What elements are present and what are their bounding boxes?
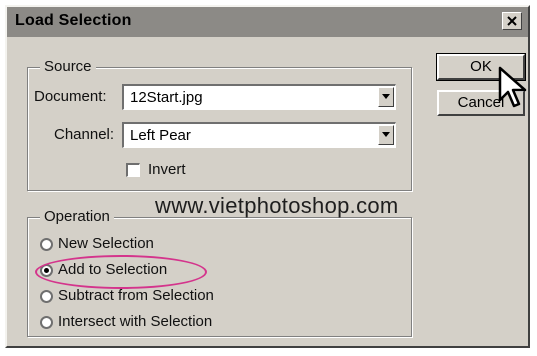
document-label: Document: <box>34 88 107 105</box>
operation-group-label: Operation <box>40 208 114 225</box>
channel-label: Channel: <box>54 126 115 143</box>
source-group: Source Document: 12Start.jpg Channel: Le… <box>27 58 412 191</box>
close-button[interactable] <box>502 12 522 30</box>
chevron-down-icon <box>382 132 390 137</box>
channel-value: Left Pear <box>130 127 191 144</box>
intersect-with-selection-label[interactable]: Intersect with Selection <box>58 313 212 330</box>
mouse-cursor-icon <box>498 66 527 108</box>
title-bar[interactable]: Load Selection <box>7 7 528 37</box>
load-selection-dialog: Load Selection Source Document: 12Start.… <box>5 5 530 348</box>
document-select[interactable]: 12Start.jpg <box>122 84 396 110</box>
invert-checkbox[interactable] <box>126 163 140 177</box>
dialog-title: Load Selection <box>15 12 132 29</box>
new-selection-radio[interactable] <box>40 238 53 251</box>
channel-dropdown-button[interactable] <box>378 125 394 145</box>
chevron-down-icon <box>382 94 390 99</box>
channel-select[interactable]: Left Pear <box>122 122 396 148</box>
subtract-from-selection-radio[interactable] <box>40 290 53 303</box>
document-dropdown-button[interactable] <box>378 87 394 107</box>
document-value: 12Start.jpg <box>130 89 203 106</box>
invert-label[interactable]: Invert <box>148 161 186 178</box>
close-icon <box>507 16 517 26</box>
source-group-label: Source <box>40 58 96 75</box>
watermark-text: www.vietphotoshop.com <box>155 193 399 218</box>
highlight-annotation <box>35 255 207 289</box>
intersect-with-selection-radio[interactable] <box>40 316 53 329</box>
new-selection-label[interactable]: New Selection <box>58 235 154 252</box>
subtract-from-selection-label[interactable]: Subtract from Selection <box>58 287 214 304</box>
